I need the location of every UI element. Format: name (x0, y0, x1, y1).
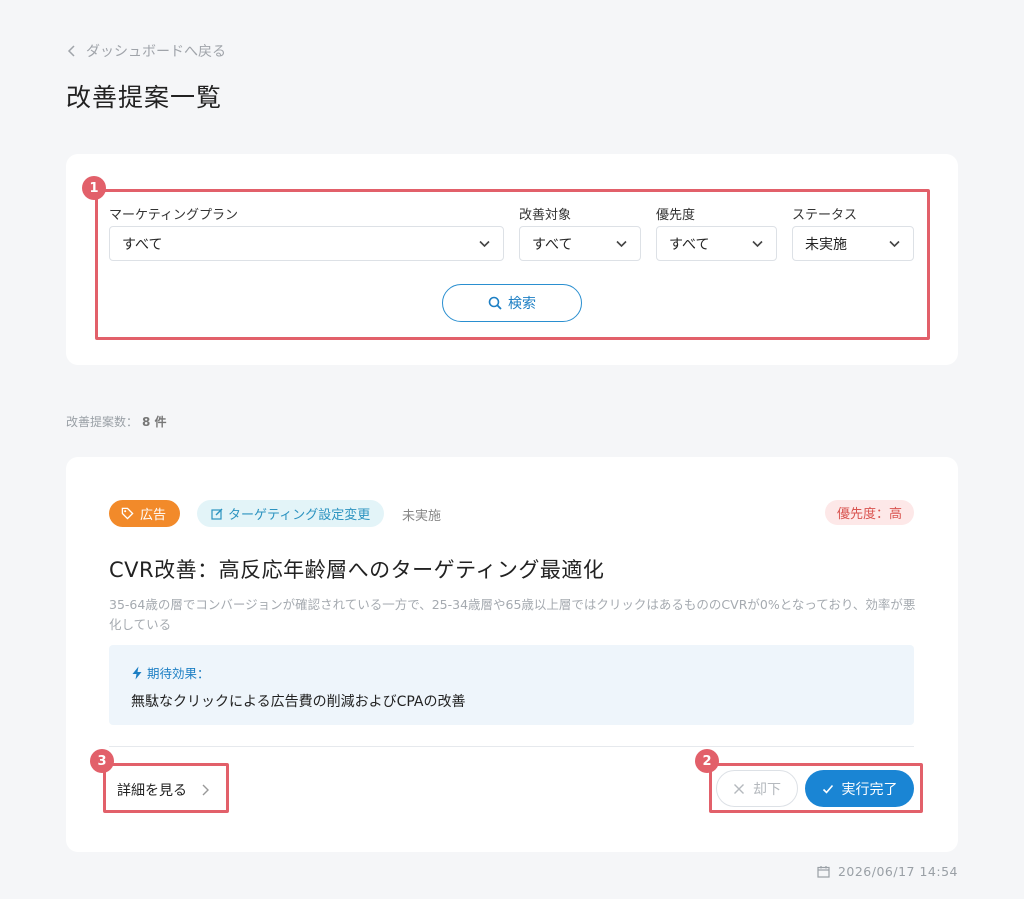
filter-panel: 1 マーケティングプラン すべて 改善対象 すべて 優先度 すべて ステータス … (66, 154, 958, 365)
timestamp-value: 2026/06/17 14:54 (837, 864, 958, 879)
annotation-marker-3: 3 (90, 749, 114, 773)
edit-icon (211, 508, 223, 520)
chevron-left-icon (67, 45, 75, 57)
suggestion-count-value: 8 件 (142, 415, 167, 429)
tag-icon (121, 507, 134, 520)
annotation-marker-1: 1 (82, 176, 106, 200)
close-icon (734, 783, 744, 794)
calendar-icon (817, 866, 830, 878)
category-tag: 広告 (109, 500, 181, 527)
chevron-down-icon (889, 240, 900, 248)
expected-effect-heading: 期待効果： (131, 663, 210, 682)
suggestion-count: 改善提案数： 8 件 (66, 413, 167, 430)
complete-button[interactable]: 実行完了 (805, 770, 914, 807)
plan-select[interactable]: すべて (109, 226, 504, 261)
lightning-icon (132, 666, 142, 679)
target-select[interactable]: すべて (519, 226, 641, 261)
annotation-marker-2: 2 (695, 749, 719, 773)
target-select-value: すべて (532, 236, 573, 253)
suggestion-count-label: 改善提案数： (66, 415, 139, 429)
type-tag: ターゲティング設定変更 (197, 500, 385, 527)
chevron-down-icon (752, 240, 763, 248)
plan-filter-label: マーケティングプラン (109, 208, 238, 223)
plan-select-value: すべて (122, 236, 163, 253)
expected-effect-label: 期待効果： (147, 666, 210, 681)
search-button[interactable]: 検索 (442, 284, 582, 322)
priority-select-value: すべて (669, 236, 710, 253)
suggestion-card: 広告 ターゲティング設定変更 未実施 優先度：高 CVR改善：高反応年齢層へのタ… (66, 457, 958, 852)
page-title: 改善提案一覧 (66, 83, 223, 112)
priority-badge: 優先度：高 (824, 500, 914, 525)
chevron-right-icon (202, 784, 209, 796)
suggestion-title: CVR改善：高反応年齢層へのターゲティング最適化 (109, 558, 605, 582)
view-details-link[interactable]: 詳細を見る (117, 780, 211, 800)
updated-timestamp: 2026/06/17 14:54 (817, 864, 958, 879)
search-button-label: 検索 (508, 296, 536, 312)
priority-select[interactable]: すべて (656, 226, 777, 261)
card-divider (109, 746, 914, 747)
target-filter-label: 改善対象 (519, 208, 572, 223)
expected-effect-box: 期待効果： 無駄なクリックによる広告費の削減およびCPAの改善 (109, 645, 914, 725)
status-text: 未実施 (402, 509, 442, 524)
expected-effect-text: 無駄なクリックによる広告費の削減およびCPAの改善 (131, 694, 466, 710)
back-to-dashboard-link[interactable]: ダッシュボードへ戻る (66, 41, 226, 61)
type-tag-label: ターゲティング設定変更 (228, 508, 371, 523)
back-link-label: ダッシュボードへ戻る (86, 44, 226, 60)
chevron-down-icon (479, 240, 490, 248)
reject-button-label: 却下 (753, 781, 781, 798)
check-icon (822, 784, 833, 794)
reject-button[interactable]: 却下 (716, 770, 798, 807)
view-details-label: 詳細を見る (117, 783, 187, 799)
chevron-down-icon (616, 240, 627, 248)
category-tag-label: 広告 (140, 508, 167, 523)
complete-button-label: 実行完了 (841, 781, 898, 798)
status-select-value: 未実施 (805, 236, 847, 253)
status-filter-label: ステータス (792, 208, 858, 223)
search-icon (488, 296, 502, 310)
priority-filter-label: 優先度 (656, 208, 696, 223)
status-select[interactable]: 未実施 (792, 226, 914, 261)
suggestion-description: 35-64歳の層でコンバージョンが確認されている一方で、25-34歳層や65歳以… (109, 597, 916, 632)
